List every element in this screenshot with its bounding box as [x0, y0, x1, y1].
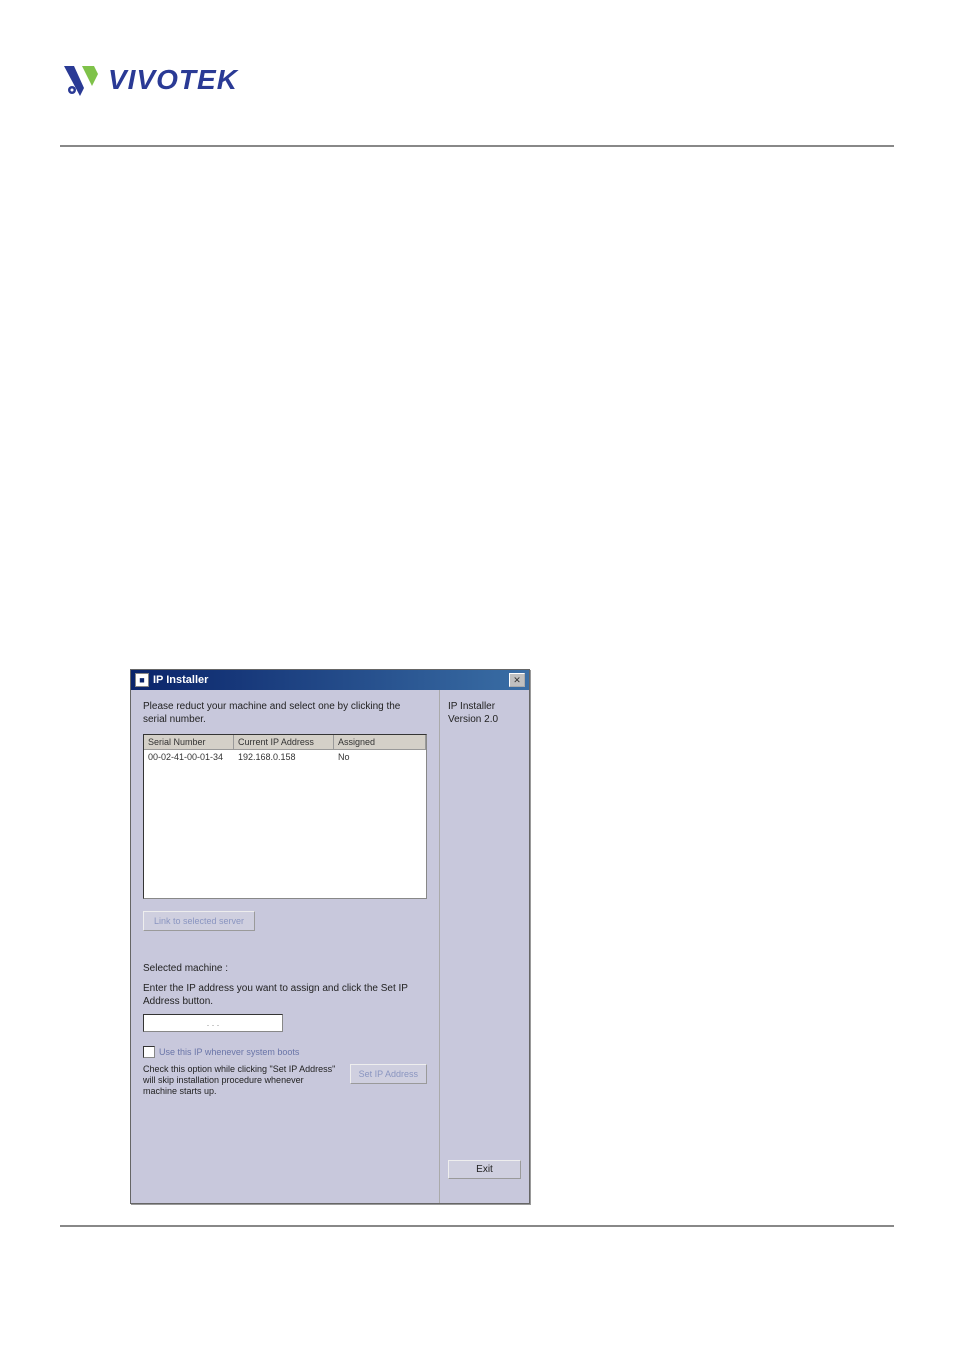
divider-bottom: [60, 1225, 894, 1227]
window-titlebar: ■ IP Installer ✕: [131, 670, 529, 690]
link-to-server-button[interactable]: Link to selected server: [143, 911, 255, 931]
cell-assigned: No: [334, 750, 426, 764]
selected-machine-label: Selected machine :: [143, 963, 427, 974]
version-label: Version 2.0: [448, 713, 521, 726]
main-panel: Please reduct your machine and select on…: [131, 690, 439, 1203]
ip-address-input[interactable]: . . .: [143, 1014, 283, 1032]
table-row[interactable]: 00-02-41-00-01-34 192.168.0.158 No: [144, 750, 426, 764]
device-list[interactable]: Serial Number Current IP Address Assigne…: [143, 734, 427, 899]
logo-mark-icon: [60, 60, 100, 100]
help-text: Check this option while clicking "Set IP…: [143, 1064, 340, 1096]
instruction-text: Please reduct your machine and select on…: [143, 700, 427, 726]
col-ip[interactable]: Current IP Address: [234, 735, 334, 749]
enter-ip-instruction: Enter the IP address you want to assign …: [143, 982, 427, 1008]
use-ip-on-boot-checkbox[interactable]: [143, 1046, 155, 1058]
app-name-label: IP Installer: [448, 700, 521, 713]
checkbox-label: Use this IP whenever system boots: [159, 1047, 299, 1057]
list-header: Serial Number Current IP Address Assigne…: [144, 735, 426, 750]
divider-top: [60, 145, 894, 147]
set-ip-address-button[interactable]: Set IP Address: [350, 1064, 427, 1084]
close-button[interactable]: ✕: [509, 673, 525, 687]
side-panel: IP Installer Version 2.0 Exit: [439, 690, 529, 1203]
ip-installer-window: ■ IP Installer ✕ Please reduct your mach…: [130, 669, 530, 1204]
cell-serial: 00-02-41-00-01-34: [144, 750, 234, 764]
cell-ip: 192.168.0.158: [234, 750, 334, 764]
brand-logo: VIVOTEK: [60, 60, 238, 100]
brand-text: VIVOTEK: [108, 64, 238, 96]
ip-dots: . . .: [207, 1018, 220, 1028]
app-icon: ■: [135, 673, 149, 687]
window-title: IP Installer: [153, 674, 208, 686]
col-assigned[interactable]: Assigned: [334, 735, 426, 749]
col-serial[interactable]: Serial Number: [144, 735, 234, 749]
exit-button[interactable]: Exit: [448, 1160, 521, 1179]
